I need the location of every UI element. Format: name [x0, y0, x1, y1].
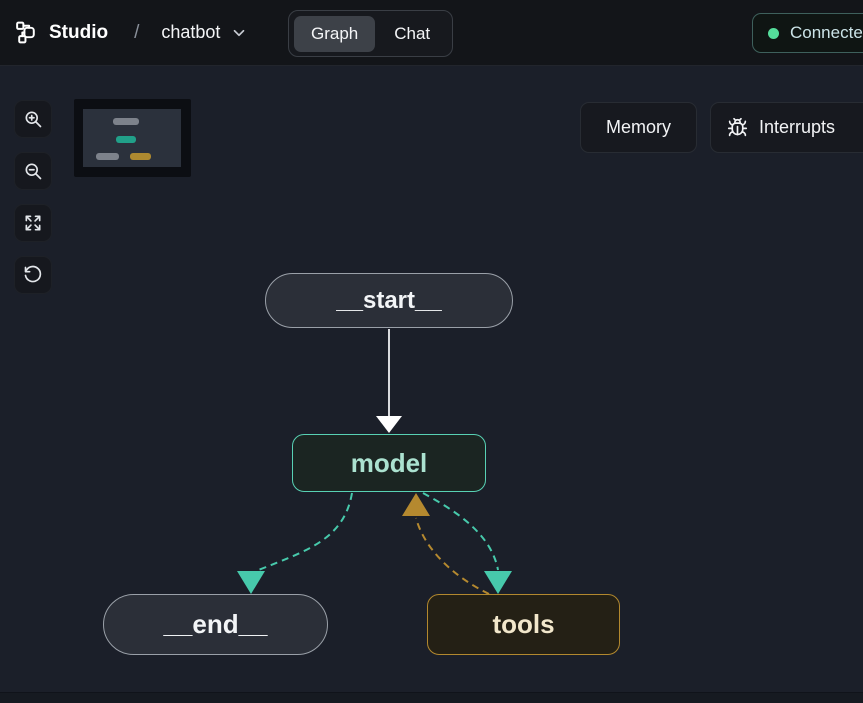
arrowhead-start-to-model: [376, 416, 402, 433]
view-switcher: Graph Chat: [288, 10, 453, 57]
edge-model-to-tools: [423, 493, 512, 594]
node-tools-label: tools: [492, 609, 554, 640]
bottom-panel-edge: [0, 692, 863, 703]
graph-node-model[interactable]: model: [292, 434, 486, 492]
graph-node-end[interactable]: __end__: [103, 594, 328, 655]
brand: Studio: [14, 20, 108, 45]
node-end-label: __end__: [163, 609, 267, 640]
app-title: Studio: [49, 22, 108, 44]
connection-label: Connected: [790, 23, 863, 43]
graph-canvas[interactable]: Memory Interrupts: [0, 66, 863, 692]
node-start-label: __start__: [336, 287, 441, 315]
graph-node-start[interactable]: __start__: [265, 273, 513, 328]
arrowhead-model-to-tools: [484, 571, 512, 594]
edge-tools-to-model: [402, 493, 489, 594]
tab-graph[interactable]: Graph: [294, 16, 375, 52]
arrowhead-model-to-end: [237, 571, 265, 594]
project-selector[interactable]: chatbot: [161, 22, 248, 43]
graph-node-tools[interactable]: tools: [427, 594, 620, 655]
node-model-label: model: [351, 448, 428, 479]
arrowhead-tools-to-model: [402, 493, 430, 516]
top-bar: Studio / chatbot Graph Chat Connected: [0, 0, 863, 66]
edge-model-to-end: [237, 493, 352, 594]
studio-logo-icon: [14, 20, 39, 45]
breadcrumb-separator: /: [134, 22, 139, 44]
project-name: chatbot: [161, 22, 220, 43]
connected-status-dot: [768, 28, 779, 39]
edge-start-to-model: [376, 329, 402, 433]
connection-status-button[interactable]: Connected: [752, 13, 863, 53]
chevron-down-icon: [230, 24, 248, 42]
tab-chat[interactable]: Chat: [377, 16, 447, 52]
